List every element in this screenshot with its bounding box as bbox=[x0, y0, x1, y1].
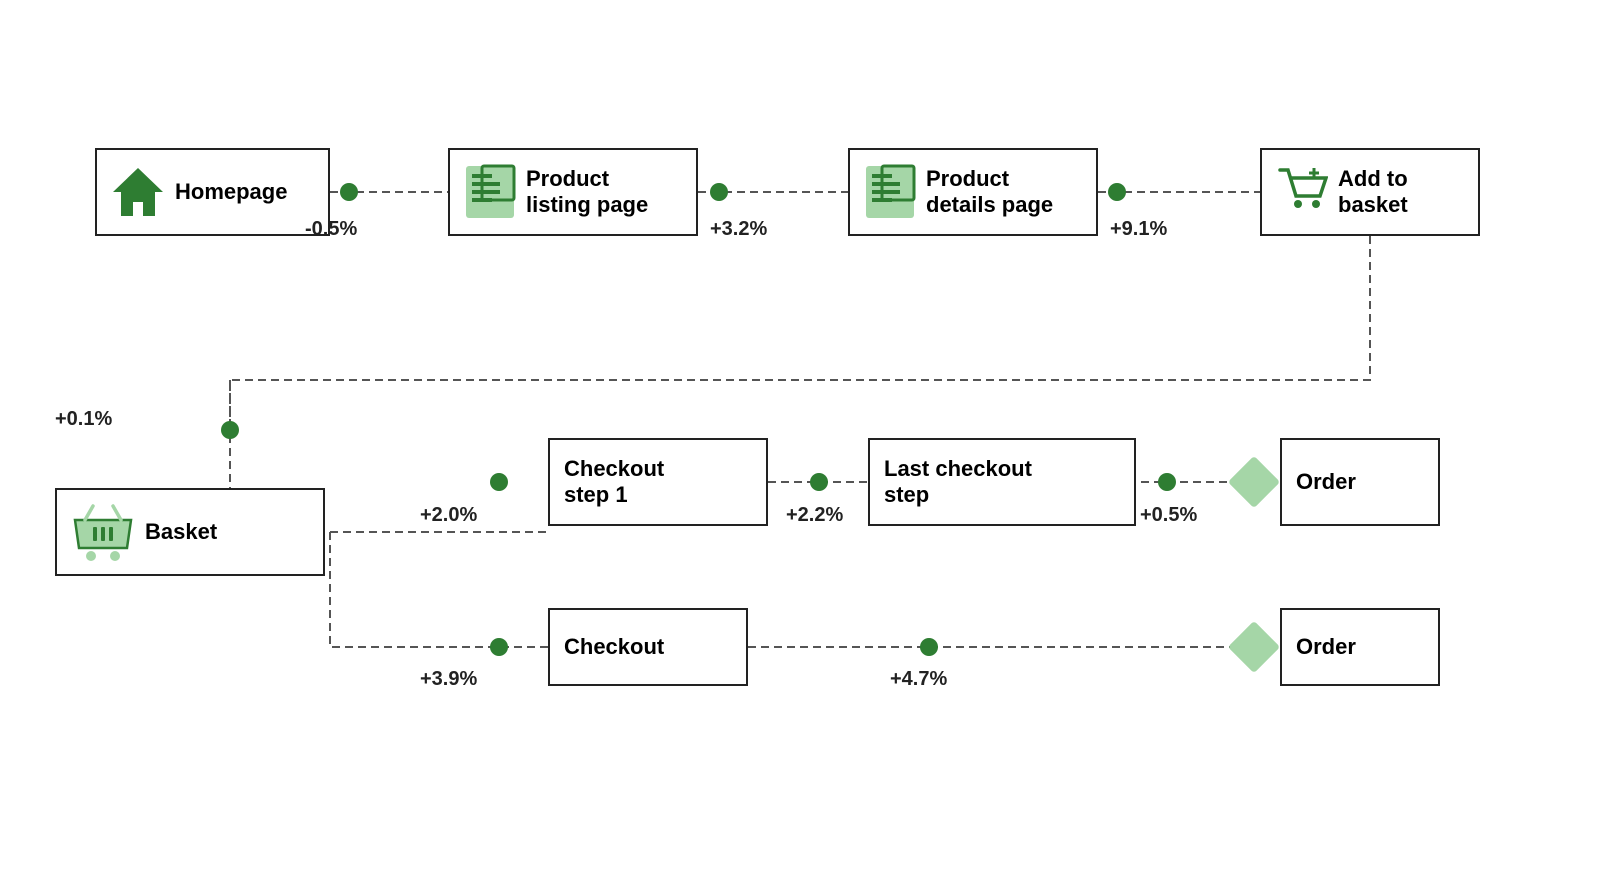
dot-plp-pdp bbox=[710, 183, 728, 201]
dot-basket-cs1 bbox=[490, 473, 508, 491]
order1-label: Order bbox=[1296, 469, 1356, 495]
order1-node: Order bbox=[1280, 438, 1440, 526]
dot-basket-co bbox=[490, 638, 508, 656]
pct-basket-co: +3.9% bbox=[420, 668, 477, 691]
product-details-label: Product details page bbox=[926, 166, 1053, 219]
checkout-node: Checkout bbox=[548, 608, 748, 686]
homepage-label: Homepage bbox=[175, 179, 287, 205]
basket-icon bbox=[71, 502, 135, 562]
pct-co-order2: +4.7% bbox=[890, 668, 947, 691]
pct-cs1-lcs: +2.2% bbox=[786, 504, 843, 527]
pct-basket-cs1: +2.0% bbox=[420, 504, 477, 527]
dot-cs1-lcs bbox=[810, 473, 828, 491]
home-icon bbox=[111, 164, 165, 220]
add-to-basket-label: Add to basket bbox=[1338, 166, 1408, 219]
order1-diamond-icon bbox=[1228, 456, 1280, 508]
dot-co-order2 bbox=[920, 638, 938, 656]
last-checkout-label: Last checkout step bbox=[884, 456, 1032, 509]
dot-basket-vertical bbox=[221, 421, 239, 439]
checkout-label: Checkout bbox=[564, 634, 664, 660]
product-listing-node: Product listing page bbox=[448, 148, 698, 236]
order2-container: Order bbox=[1228, 608, 1440, 686]
pct-hp-plp: -0.5% bbox=[305, 218, 357, 241]
product-details-icon bbox=[864, 164, 916, 220]
dot-pdp-atb bbox=[1108, 183, 1126, 201]
basket-label: Basket bbox=[145, 519, 217, 545]
add-to-basket-node: Add to basket bbox=[1260, 148, 1480, 236]
order2-diamond-icon bbox=[1228, 621, 1280, 673]
checkout-step1-node: Checkout step 1 bbox=[548, 438, 768, 526]
homepage-node: Homepage bbox=[95, 148, 330, 236]
product-details-node: Product details page bbox=[848, 148, 1098, 236]
checkout-step1-label: Checkout step 1 bbox=[564, 456, 664, 509]
cart-add-icon bbox=[1276, 166, 1328, 218]
pct-lcs-order1: +0.5% bbox=[1140, 504, 1197, 527]
pct-plp-pdp: +3.2% bbox=[710, 218, 767, 241]
diagram: Homepage Product listing page bbox=[0, 0, 1601, 874]
product-listing-icon bbox=[464, 164, 516, 220]
pct-vertical-basket: +0.1% bbox=[55, 408, 112, 431]
order2-node: Order bbox=[1280, 608, 1440, 686]
order1-container: Order bbox=[1228, 438, 1440, 526]
dot-lcs-order1 bbox=[1158, 473, 1176, 491]
basket-node: Basket bbox=[55, 488, 325, 576]
product-listing-label: Product listing page bbox=[526, 166, 648, 219]
connector-lines bbox=[0, 0, 1601, 874]
last-checkout-node: Last checkout step bbox=[868, 438, 1136, 526]
order2-label: Order bbox=[1296, 634, 1356, 660]
pct-pdp-atb: +9.1% bbox=[1110, 218, 1167, 241]
dot-hp-plp bbox=[340, 183, 358, 201]
